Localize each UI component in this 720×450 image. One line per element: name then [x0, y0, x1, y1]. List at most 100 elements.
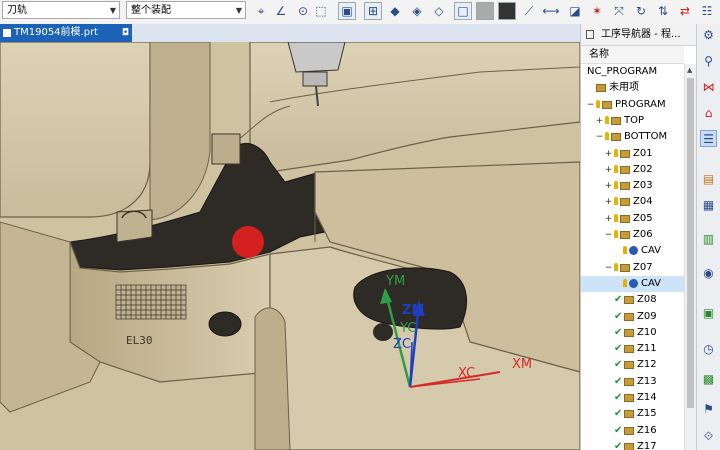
replay-icon[interactable]: ↻ — [632, 2, 650, 20]
collapse-icon[interactable]: − — [595, 129, 604, 145]
complete-check-icon: ✔ — [614, 326, 623, 338]
tree-row[interactable]: ✔ Z10 — [581, 325, 684, 341]
collapse-icon[interactable]: − — [604, 227, 613, 243]
shaded-icon[interactable]: ◈ — [408, 2, 426, 20]
history-icon[interactable]: ▣ — [700, 304, 717, 321]
program-folder-icon — [611, 116, 621, 125]
verify-toolpath-icon[interactable]: ⤧ — [610, 2, 628, 20]
shaded-with-edges-icon[interactable]: ◆ — [386, 2, 404, 20]
tree-row-label: Z02 — [633, 163, 653, 175]
tree-row[interactable]: + TOP — [581, 113, 684, 129]
snap-arc-icon[interactable]: ∠ — [272, 2, 290, 20]
tree-row[interactable]: ✔ Z09 — [581, 309, 684, 325]
snap-point-icon[interactable]: ⌖ — [252, 2, 270, 20]
edge-display-icon[interactable]: ⟋ — [520, 2, 538, 20]
operation-navigator: 工序导航器 - 程... 名称 NC_PROGRAM 未用项 − PROGRAM + TO… — [580, 24, 696, 450]
type-filter-dropdown[interactable]: 刀轨 ▼ — [2, 1, 120, 19]
assembly-navigator-icon[interactable]: ⚲ — [700, 52, 717, 69]
tree-row[interactable]: + Z04 — [581, 194, 684, 210]
document-tab-bar: TM19054前模.prt ◘ — [0, 24, 580, 43]
navigator-scrollbar[interactable]: ▲ — [684, 64, 696, 450]
tree-row[interactable]: ✔ Z17 — [581, 439, 684, 450]
expand-icon[interactable]: + — [604, 211, 613, 227]
tree-row-label: Z07 — [633, 261, 653, 273]
program-tree: NC_PROGRAM 未用项 − PROGRAM + TOP − BOTTOM + Z01 + Z02… — [581, 64, 684, 450]
clock-icon[interactable]: ◷ — [700, 340, 717, 357]
constraint-navigator-icon[interactable]: ⋈ — [700, 78, 717, 95]
tree-row[interactable]: 未用项 — [581, 80, 684, 96]
expand-icon[interactable]: + — [604, 178, 613, 194]
tree-row[interactable]: − PROGRAM — [581, 97, 684, 113]
axis-label-zc: ZC — [393, 337, 411, 352]
part-navigator-icon[interactable]: ⌂ — [700, 104, 717, 121]
shop-doc-icon[interactable]: ☷ — [698, 2, 716, 20]
machine-tool-navigator-icon[interactable]: ▤ — [700, 170, 717, 187]
chevron-down-icon: ▼ — [235, 6, 242, 15]
tree-row[interactable]: − BOTTOM — [581, 129, 684, 145]
program-folder-icon — [620, 263, 630, 272]
section-view-icon[interactable]: ◪ — [566, 2, 584, 20]
background-black-icon[interactable] — [498, 2, 516, 20]
expand-icon[interactable]: + — [604, 194, 613, 210]
snap-center-icon[interactable]: ⊙ — [294, 2, 312, 20]
select-rectangle-icon[interactable]: ⬚ — [312, 2, 330, 20]
expand-icon[interactable]: + — [595, 113, 604, 129]
tree-row-label: Z04 — [633, 196, 653, 208]
tree-row[interactable]: ✔ Z11 — [581, 341, 684, 357]
name-column-header[interactable]: 名称 — [581, 46, 684, 64]
collapse-icon[interactable]: − — [586, 97, 595, 113]
role-icon[interactable]: ⚑ — [700, 400, 717, 417]
tree-row[interactable]: + Z01 — [581, 146, 684, 162]
close-tab-icon[interactable]: ◘ — [122, 24, 129, 42]
system-materials-icon[interactable]: ⟐ — [700, 428, 717, 445]
tree-row[interactable]: ✔ Z14 — [581, 390, 684, 406]
tree-row[interactable]: ✔ Z15 — [581, 406, 684, 422]
program-folder-icon — [624, 394, 634, 402]
expand-icon[interactable]: + — [604, 146, 613, 162]
post-process-icon[interactable]: ⇄ — [676, 2, 694, 20]
process-studio-icon[interactable]: ▩ — [700, 370, 717, 387]
expand-icon[interactable]: + — [604, 162, 613, 178]
list-toolpath-icon[interactable]: ⇅ — [654, 2, 672, 20]
tree-row[interactable]: ✔ Z16 — [581, 423, 684, 439]
wireframe-icon[interactable]: ◇ — [430, 2, 448, 20]
selection-scope-value: 整个装配 — [131, 5, 171, 16]
document-tab[interactable]: TM19054前模.prt ◘ — [0, 24, 132, 42]
tree-row[interactable]: − Z07 — [581, 260, 684, 276]
program-folder-icon — [620, 149, 630, 158]
engraving-text: EL30 — [126, 334, 153, 347]
tree-row[interactable]: CAV — [581, 243, 684, 259]
tree-row[interactable]: ✔ Z13 — [581, 374, 684, 390]
collapse-icon[interactable]: − — [604, 260, 613, 276]
scrollbar-thumb[interactable] — [687, 78, 694, 408]
background-gray-icon[interactable] — [476, 2, 494, 20]
tree-row[interactable]: NC_PROGRAM — [581, 64, 684, 80]
settings-gear-icon[interactable]: ⚙ — [700, 26, 717, 43]
tree-row[interactable]: + Z02 — [581, 162, 684, 178]
tree-row[interactable]: CAV — [581, 275, 684, 292]
tree-row[interactable]: + Z05 — [581, 211, 684, 227]
tree-row[interactable]: ✔ Z12 — [581, 357, 684, 373]
program-folder-icon — [624, 442, 634, 450]
generate-toolpath-icon[interactable]: ✶ — [588, 2, 606, 20]
measure-icon[interactable]: ⟷ — [542, 2, 560, 20]
pin-icon[interactable] — [586, 30, 594, 39]
fit-view-icon[interactable]: ⊞ — [364, 2, 382, 20]
complete-check-icon: ✔ — [614, 294, 623, 306]
program-folder-icon — [624, 377, 634, 386]
operation-navigator-icon[interactable]: ☰ — [700, 130, 717, 147]
web-browser-icon[interactable]: ◉ — [700, 264, 717, 281]
machining-feature-icon[interactable]: ▦ — [700, 196, 717, 213]
tree-row-label: BOTTOM — [624, 131, 668, 143]
scroll-up-icon[interactable]: ▲ — [687, 66, 692, 74]
tree-row[interactable]: − Z06 — [581, 227, 684, 243]
status-key-icon — [614, 213, 618, 222]
tree-row[interactable]: ✔ Z08 — [581, 292, 684, 308]
background-white-icon[interactable]: □ — [454, 2, 472, 20]
tree-row[interactable]: + Z03 — [581, 178, 684, 194]
selection-scope-dropdown[interactable]: 整个装配 ▼ — [126, 1, 246, 19]
graphics-viewport[interactable]: EL30 YM ZM YC ZC XC XM — [0, 42, 580, 450]
axis-label-xc: XC — [458, 366, 475, 381]
view-cube-icon[interactable]: ▣ — [338, 2, 356, 20]
reuse-library-icon[interactable]: ▥ — [700, 230, 717, 247]
